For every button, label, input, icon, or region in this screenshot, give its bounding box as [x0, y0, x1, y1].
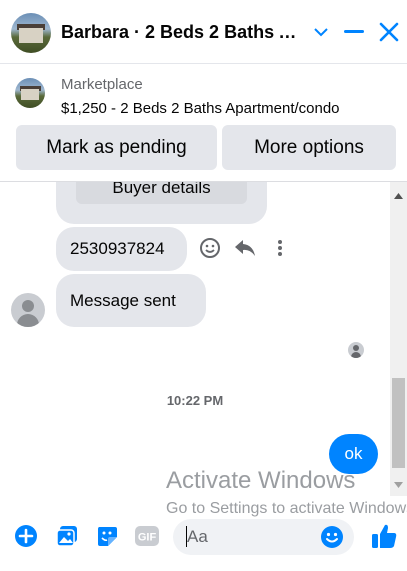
- gif-icon[interactable]: GIF: [134, 523, 160, 549]
- listing-thumbnail[interactable]: [15, 78, 45, 108]
- listing-title[interactable]: $1,250 - 2 Beds 2 Baths Apartment/condo: [61, 100, 340, 117]
- message-bubble-sent-notice[interactable]: Message sent: [56, 274, 206, 327]
- more-actions-icon[interactable]: [270, 236, 290, 260]
- listing-avatar[interactable]: [11, 13, 51, 53]
- emoji-icon[interactable]: [320, 525, 344, 549]
- message-input[interactable]: Aa: [173, 519, 354, 555]
- buyer-details-card: Buyer details: [56, 182, 267, 224]
- marketplace-label: Marketplace: [61, 76, 143, 93]
- plus-icon[interactable]: [13, 523, 39, 549]
- close-icon[interactable]: [375, 18, 403, 46]
- scroll-up-arrow-icon[interactable]: [390, 187, 407, 204]
- message-composer: GIF Aa: [0, 505, 407, 571]
- scroll-down-arrow-icon[interactable]: [390, 476, 407, 493]
- chat-header: Barbara · 2 Beds 2 Baths A...: [0, 0, 407, 64]
- message-timestamp: 10:22 PM: [166, 393, 224, 408]
- message-input-placeholder: Aa: [187, 527, 208, 546]
- mark-as-pending-button[interactable]: Mark as pending: [16, 125, 217, 170]
- message-bubble-phone[interactable]: 2530937824: [56, 227, 187, 271]
- scrollbar-thumb[interactable]: [392, 378, 405, 468]
- sender-avatar[interactable]: [11, 293, 45, 327]
- chevron-down-icon[interactable]: [307, 18, 335, 46]
- chat-scrollbar[interactable]: [390, 182, 407, 496]
- read-receipt-avatar: [348, 342, 364, 358]
- react-emoji-icon[interactable]: [198, 236, 222, 260]
- more-options-button[interactable]: More options: [222, 125, 396, 170]
- photo-icon[interactable]: [54, 523, 80, 549]
- minimize-icon[interactable]: [340, 18, 368, 46]
- conversation-title[interactable]: Barbara · 2 Beds 2 Baths A...: [61, 22, 306, 43]
- sticker-icon[interactable]: [94, 523, 120, 549]
- gif-label: GIF: [138, 532, 157, 544]
- reply-icon[interactable]: [233, 236, 257, 260]
- marketplace-panel: Marketplace $1,250 - 2 Beds 2 Baths Apar…: [0, 64, 407, 182]
- message-bubble-outgoing[interactable]: ok: [329, 434, 378, 474]
- thumbs-up-icon[interactable]: [369, 521, 399, 551]
- message-list[interactable]: Buyer details 2530937824 Message sent 10…: [0, 182, 407, 496]
- buyer-details-button[interactable]: Buyer details: [76, 182, 247, 204]
